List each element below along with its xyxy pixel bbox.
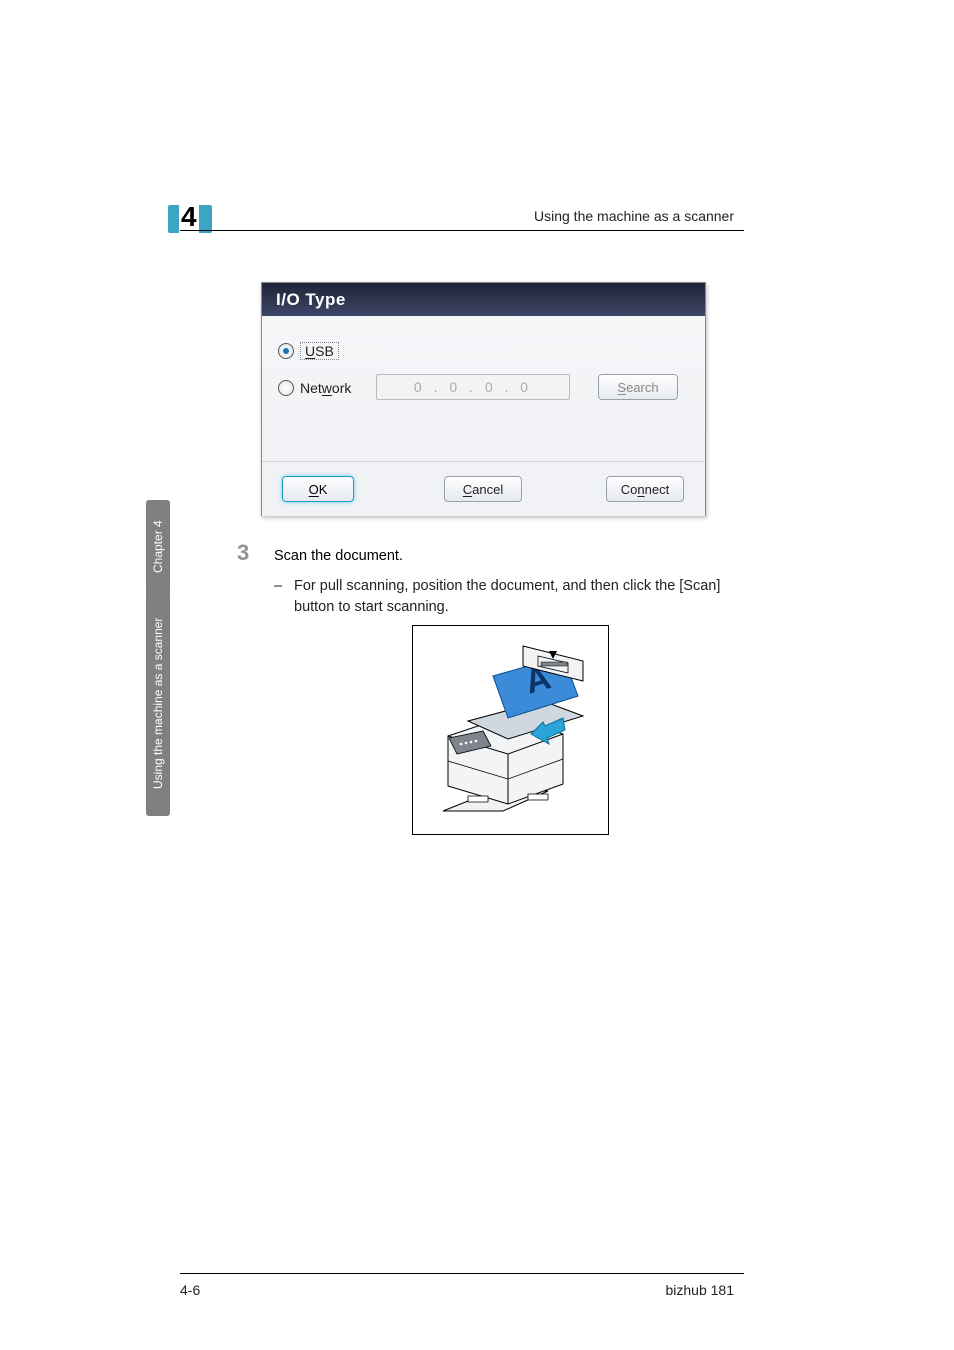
radio-usb[interactable]: USB: [278, 342, 339, 360]
radio-indicator-icon: [278, 380, 294, 396]
header-rule: [180, 230, 744, 231]
ok-button-label: OK: [309, 482, 328, 497]
scanner-illustration: A: [412, 625, 609, 835]
ok-button[interactable]: OK: [282, 476, 354, 502]
chapter-number: 4: [179, 201, 199, 233]
io-type-dialog: I/O Type USB Network 0 . 0 . 0 . 0 Searc…: [261, 282, 706, 516]
dialog-title: I/O Type: [262, 283, 705, 316]
cancel-button[interactable]: Cancel: [444, 476, 522, 502]
footer-product: bizhub 181: [665, 1282, 734, 1298]
step-3-bullet-text: For pull scanning, position the document…: [294, 578, 720, 615]
side-tab-section: Using the machine as a scanner: [146, 590, 170, 816]
connect-button[interactable]: Connect: [606, 476, 684, 502]
radio-network-label: Network: [300, 380, 351, 396]
radio-network[interactable]: Network: [278, 380, 351, 396]
connect-button-label: Connect: [621, 482, 669, 497]
step-3-bullet: – For pull scanning, position the docume…: [294, 576, 734, 618]
step-3-text: Scan the document.: [274, 546, 734, 567]
bullet-dash-icon: –: [274, 576, 282, 597]
document-page: 4 Using the machine as a scanner Chapter…: [0, 0, 954, 1350]
scanner-svg-icon: A: [413, 626, 608, 834]
dialog-body: USB Network 0 . 0 . 0 . 0 Search: [262, 316, 705, 461]
header-section-title: Using the machine as a scanner: [534, 208, 734, 224]
chapter-badge: 4: [168, 205, 212, 233]
search-button-label: Search: [617, 380, 658, 395]
dialog-footer: OK Cancel Connect: [262, 461, 705, 516]
search-button[interactable]: Search: [598, 374, 678, 400]
footer-rule: [180, 1273, 744, 1274]
cancel-button-label: Cancel: [463, 482, 503, 497]
footer-page-number: 4-6: [180, 1282, 200, 1298]
radio-usb-label: USB: [300, 342, 339, 360]
step-number-3: 3: [237, 540, 249, 566]
side-tab-chapter: Chapter 4: [146, 500, 170, 594]
ip-address-field[interactable]: 0 . 0 . 0 . 0: [376, 374, 570, 400]
radio-indicator-icon: [278, 343, 294, 359]
